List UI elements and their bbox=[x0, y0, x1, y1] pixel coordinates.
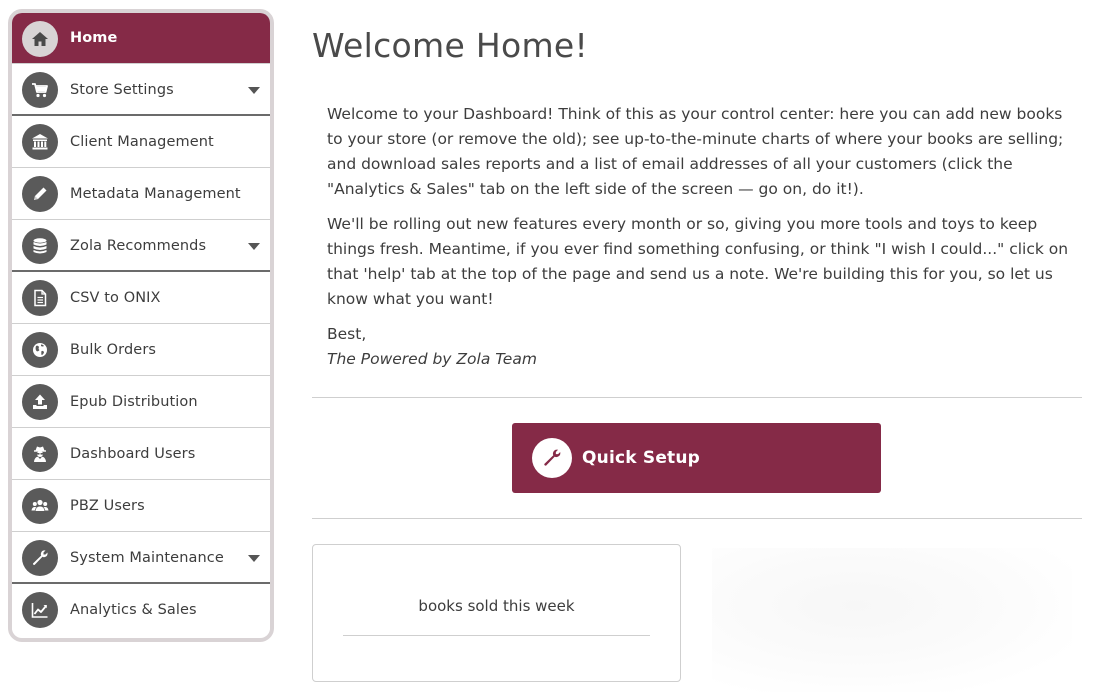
sidebar-item-label: Epub Distribution bbox=[70, 394, 198, 410]
sidebar-item-label: Zola Recommends bbox=[70, 238, 207, 254]
card-title: books sold this week bbox=[418, 597, 575, 615]
sidebar-item-label: Bulk Orders bbox=[70, 342, 157, 358]
sidebar-item-label: CSV to ONIX bbox=[70, 290, 161, 306]
page-title: Welcome Home! bbox=[312, 26, 589, 65]
user-secret-icon bbox=[22, 436, 58, 472]
quick-setup-button[interactable]: Quick Setup bbox=[512, 423, 881, 493]
wrench-icon bbox=[22, 540, 58, 576]
sidebar-item-bulk-orders[interactable]: Bulk Orders bbox=[12, 324, 270, 376]
sidebar-item-label: Home bbox=[70, 30, 118, 46]
welcome-text: Welcome to your Dashboard! Think of this… bbox=[327, 102, 1072, 372]
chevron-down-icon[interactable] bbox=[248, 87, 260, 94]
home-icon bbox=[22, 21, 58, 57]
books-sold-card: books sold this week bbox=[312, 544, 681, 682]
card-divider bbox=[343, 635, 650, 636]
sidebar-item-csv-to-onix[interactable]: CSV to ONIX bbox=[12, 272, 270, 324]
wrench-icon bbox=[532, 438, 572, 478]
sidebar-item-analytics-sales[interactable]: Analytics & Sales bbox=[12, 584, 270, 636]
sidebar-item-system-maintenance[interactable]: System Maintenance bbox=[12, 532, 270, 584]
faded-panel bbox=[712, 548, 1072, 692]
sidebar-item-label: Client Management bbox=[70, 134, 214, 150]
sidebar-item-label: Metadata Management bbox=[70, 186, 241, 202]
sidebar-item-pbz-users[interactable]: PBZ Users bbox=[12, 480, 270, 532]
sidebar-item-label: System Maintenance bbox=[70, 550, 224, 566]
line-chart-icon bbox=[22, 592, 58, 628]
bank-icon bbox=[22, 124, 58, 160]
globe-icon bbox=[22, 332, 58, 368]
welcome-paragraph: Welcome to your Dashboard! Think of this… bbox=[327, 105, 1064, 198]
sidebar-item-dashboard-users[interactable]: Dashboard Users bbox=[12, 428, 270, 480]
pencil-icon bbox=[22, 176, 58, 212]
sidebar-item-client-management[interactable]: Client Management bbox=[12, 116, 270, 168]
signature: The Powered by Zola Team bbox=[327, 350, 537, 368]
users-icon bbox=[22, 488, 58, 524]
sidebar-item-label: Dashboard Users bbox=[70, 446, 196, 462]
sidebar-item-home[interactable]: Home bbox=[12, 13, 270, 64]
divider bbox=[312, 397, 1082, 398]
sidebar-item-label: PBZ Users bbox=[70, 498, 145, 514]
divider bbox=[312, 518, 1082, 519]
sidebar-item-metadata-management[interactable]: Metadata Management bbox=[12, 168, 270, 220]
sidebar-item-store-settings[interactable]: Store Settings bbox=[12, 64, 270, 116]
cart-icon bbox=[22, 72, 58, 108]
chevron-down-icon[interactable] bbox=[248, 555, 260, 562]
database-icon bbox=[22, 228, 58, 264]
upload-icon bbox=[22, 384, 58, 420]
quick-setup-label: Quick Setup bbox=[582, 448, 701, 468]
welcome-paragraph: We'll be rolling out new features every … bbox=[327, 215, 1069, 308]
sidebar-item-label: Store Settings bbox=[70, 82, 174, 98]
sidebar-item-epub-distribution[interactable]: Epub Distribution bbox=[12, 376, 270, 428]
signoff: Best, bbox=[327, 325, 367, 343]
sidebar-item-label: Analytics & Sales bbox=[70, 602, 197, 618]
document-icon bbox=[22, 280, 58, 316]
chevron-down-icon[interactable] bbox=[248, 243, 260, 250]
sidebar-nav: Home Store Settings Client Management Me… bbox=[8, 9, 274, 642]
sidebar-item-zola-recommends[interactable]: Zola Recommends bbox=[12, 220, 270, 272]
